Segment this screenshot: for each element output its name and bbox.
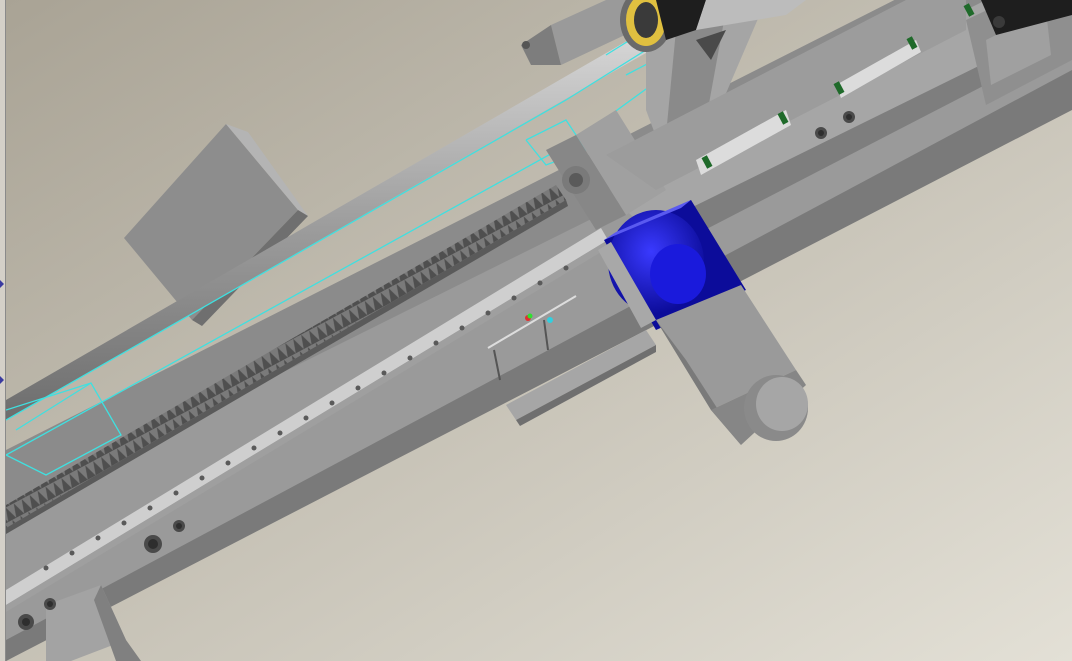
cad-application-window — [0, 0, 1072, 661]
model-render[interactable] — [6, 0, 1072, 661]
3d-model-viewport[interactable] — [6, 0, 1072, 661]
expand-arrow-icon[interactable] — [0, 280, 4, 288]
expand-arrow-icon[interactable] — [0, 376, 4, 384]
